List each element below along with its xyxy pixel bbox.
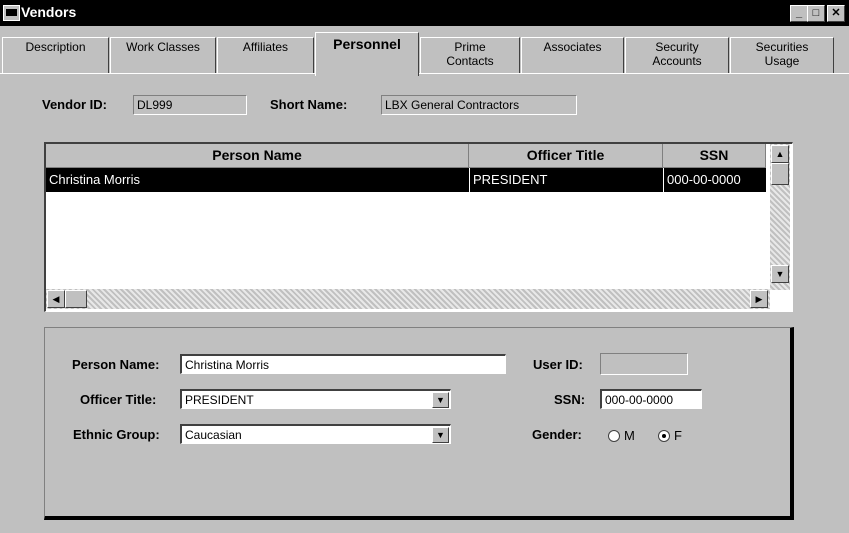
person-name-label: Person Name:: [72, 357, 160, 372]
user-id-field[interactable]: [600, 353, 688, 375]
gender-radio-f[interactable]: [658, 430, 670, 442]
chevron-down-icon[interactable]: ▼: [432, 392, 449, 408]
horizontal-scroll-thumb[interactable]: [65, 290, 87, 308]
tab-associates[interactable]: Associates: [521, 37, 624, 73]
scroll-down-button[interactable]: ▼: [771, 265, 789, 283]
tab-label: Personnel: [333, 36, 401, 52]
short-name-label: Short Name:: [270, 97, 348, 112]
tab-label: Prime Contacts: [446, 40, 494, 68]
column-header-person-name[interactable]: Person Name: [46, 144, 469, 168]
gender-label: Gender:: [532, 427, 582, 442]
user-id-label: User ID:: [533, 357, 583, 372]
gender-radio-m[interactable]: [608, 430, 620, 442]
tab-label: Description: [25, 40, 86, 54]
scroll-up-button[interactable]: ▲: [771, 145, 789, 163]
tab-description[interactable]: Description: [2, 37, 109, 73]
ethnic-group-select[interactable]: Caucasian ▼: [180, 424, 451, 444]
row-ssn[interactable]: 000-00-0000: [663, 168, 766, 192]
person-name-input[interactable]: Christina Morris: [180, 354, 506, 374]
officer-title-select[interactable]: PRESIDENT ▼: [180, 389, 451, 409]
tab-securities-usage[interactable]: Securities Usage: [730, 37, 834, 73]
vertical-scroll-thumb[interactable]: [771, 163, 789, 185]
window-title: Vendors: [21, 4, 77, 20]
title-bar[interactable]: Vendors _ □ ✕: [0, 0, 849, 26]
ssn-label: SSN:: [554, 392, 586, 407]
column-header-ssn[interactable]: SSN: [663, 144, 766, 168]
tab-work-classes[interactable]: Work Classes: [110, 37, 216, 73]
short-name-field[interactable]: LBX General Contractors: [381, 95, 577, 115]
tab-affiliates[interactable]: Affiliates: [217, 37, 314, 73]
chevron-down-icon[interactable]: ▼: [432, 427, 449, 443]
scroll-left-button[interactable]: ◀: [47, 290, 65, 308]
officer-title-value: PRESIDENT: [185, 393, 254, 407]
officer-title-label: Officer Title:: [80, 392, 157, 407]
horizontal-scrollbar[interactable]: [46, 289, 770, 309]
vendor-id-label: Vendor ID:: [42, 97, 108, 112]
gender-label-f: F: [674, 428, 682, 443]
scroll-right-button[interactable]: ▶: [750, 290, 768, 308]
personnel-grid[interactable]: Person Name Officer Title SSN Christina …: [44, 142, 793, 312]
app-icon[interactable]: [3, 5, 20, 21]
tab-security-accounts[interactable]: Security Accounts: [625, 37, 729, 73]
vendor-id-field[interactable]: DL999: [133, 95, 247, 115]
minimize-button[interactable]: _: [790, 5, 808, 22]
row-person-name[interactable]: Christina Morris: [46, 168, 469, 192]
tab-label: Security Accounts: [652, 40, 702, 68]
row-officer-title[interactable]: PRESIDENT: [469, 168, 663, 192]
tab-personnel[interactable]: Personnel: [315, 32, 419, 76]
tab-prime-contacts[interactable]: Prime Contacts: [420, 37, 520, 73]
ethnic-group-label: Ethnic Group:: [73, 427, 160, 442]
tab-label: Affiliates: [242, 40, 289, 54]
column-header-officer-title[interactable]: Officer Title: [469, 144, 663, 168]
ethnic-group-value: Caucasian: [185, 428, 242, 442]
tab-label: Work Classes: [126, 40, 200, 54]
tab-label: Associates: [543, 40, 602, 54]
vendors-window: Vendors _ □ ✕ Description Work Classes A…: [0, 0, 849, 533]
close-button[interactable]: ✕: [827, 5, 845, 22]
maximize-button[interactable]: □: [807, 5, 825, 22]
tab-label: Securities Usage: [755, 40, 809, 68]
tab-divider: [0, 73, 849, 74]
gender-label-m: M: [624, 428, 635, 443]
detail-panel: Person Name: Christina Morris Officer Ti…: [44, 327, 794, 520]
tab-strip: Description Work Classes Affiliates Pers…: [0, 30, 849, 76]
ssn-input[interactable]: 000-00-0000: [600, 389, 702, 409]
